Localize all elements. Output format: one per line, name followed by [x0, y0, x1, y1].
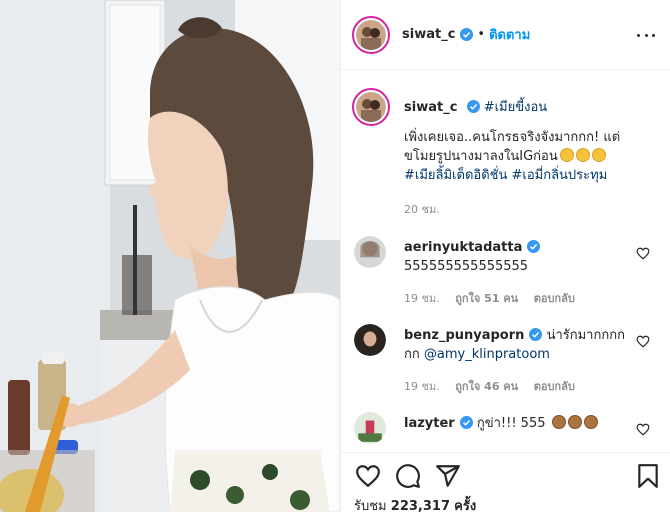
comment-body: lazyter กูข่า!!! 555 [404, 414, 634, 433]
view-count[interactable]: รับชม 223,317 ครั้ง [354, 495, 476, 512]
view-count-unit: ครั้ง [454, 499, 477, 512]
laughing-emoji-icon [591, 148, 606, 162]
monkey-emoji-icon [551, 415, 566, 429]
verified-badge-icon [529, 328, 543, 341]
post-action-bar: รับชม 223,317 ครั้ง [341, 452, 670, 512]
author-username[interactable]: siwat_c [402, 27, 455, 42]
monkey-emoji-icon [583, 415, 598, 429]
caption-avatar[interactable] [352, 88, 390, 126]
caption-text: เพิ่งเคยเจอ..คนโกรธจริงจังมากกก! แต่ ขโม… [404, 128, 654, 185]
verified-badge-icon [459, 416, 473, 429]
laughing-emoji-icon [559, 148, 574, 162]
commenter-avatar[interactable] [354, 412, 386, 444]
comment-timestamp[interactable]: 19 ชม. [404, 292, 440, 305]
commenter-username[interactable]: lazyter [404, 416, 455, 431]
caption-avatar-image [356, 92, 386, 122]
laughing-emoji-icon [575, 148, 590, 162]
comment-bubble-icon[interactable] [395, 463, 421, 489]
bookmark-save-icon[interactable] [635, 463, 661, 489]
comment-body: aerinyuktadatta 555555555555555 [404, 238, 634, 276]
caption-line: เพิ่งเคยเจอ..คนโกรธจริงจังมากกก! แต่ [404, 130, 621, 145]
post-video[interactable] [0, 0, 340, 512]
like-comment-heart-icon[interactable] [636, 423, 650, 436]
like-comment-heart-icon[interactable] [636, 247, 650, 260]
reply-button[interactable]: ตอบกลับ [534, 292, 575, 305]
comment-text: 555555555555555 [404, 259, 529, 274]
commenter-username[interactable]: benz_punyaporn [404, 328, 524, 343]
post-header: siwat_c • ติดตาม [341, 0, 670, 70]
caption-header: siwat_c #เมียขี้งอน [404, 96, 547, 117]
comment-text-continued: กก [404, 347, 420, 362]
share-send-icon[interactable] [435, 463, 461, 489]
monkey-emoji-icon [567, 415, 582, 429]
caption-username[interactable]: siwat_c [404, 100, 457, 115]
video-frame [0, 0, 340, 512]
comment-likes[interactable]: ถูกใจ 51 คน [455, 292, 518, 305]
author-avatar[interactable] [352, 15, 390, 54]
author-avatar-image [356, 19, 386, 50]
caption-hashtags[interactable]: #เมียลิ้มิเต็ดอิดิชั่น #เอมี่กลิ่นประทุม [404, 166, 654, 185]
caption-timestamp[interactable]: 20 ชม. [404, 200, 440, 218]
verified-badge-icon [460, 28, 474, 41]
header-separator: • [477, 27, 486, 42]
commenter-avatar[interactable] [354, 236, 386, 268]
like-heart-icon[interactable] [355, 463, 381, 489]
follow-button[interactable]: ติดตาม [489, 24, 530, 45]
caption-line-text: ขโมยรูปนางมาลงในIGก่อน [404, 149, 558, 164]
post-side-panel: siwat_c • ติดตาม siwat_c #เมียขี้งอน เพิ… [340, 0, 670, 512]
comment-timestamp[interactable]: 19 ชม. [404, 380, 440, 393]
commenter-avatar-image [354, 236, 386, 268]
commenter-avatar-image [354, 412, 386, 444]
comment-body: benz_punyaporn น่ารักมากกกก กก @amy_klin… [404, 326, 634, 364]
like-comment-heart-icon[interactable] [636, 335, 650, 348]
commenter-avatar-image [354, 324, 386, 356]
verified-badge-icon [466, 100, 480, 113]
comment-text: น่ารักมากกกก [546, 328, 625, 343]
caption-line: ขโมยรูปนางมาลงในIGก่อน [404, 147, 654, 166]
caption-hashtag[interactable]: #เมียขี้งอน [484, 100, 547, 115]
more-options-icon[interactable] [637, 27, 655, 43]
commenter-username[interactable]: aerinyuktadatta [404, 240, 522, 255]
comment-mention[interactable]: @amy_klinpratoom [424, 347, 550, 362]
comment-meta: 19 ชม. ถูกใจ 46 คน ตอบกลับ [404, 377, 587, 395]
commenter-avatar[interactable] [354, 324, 386, 356]
comment-likes[interactable]: ถูกใจ 46 คน [455, 380, 518, 393]
comment-meta: 19 ชม. ถูกใจ 51 คน ตอบกลับ [404, 289, 587, 307]
view-count-number: 223,317 [390, 499, 450, 512]
view-count-label: รับชม [354, 499, 387, 512]
verified-badge-icon [527, 240, 541, 253]
comment-text: กูข่า!!! 555 [476, 416, 546, 431]
reply-button[interactable]: ตอบกลับ [534, 380, 575, 393]
